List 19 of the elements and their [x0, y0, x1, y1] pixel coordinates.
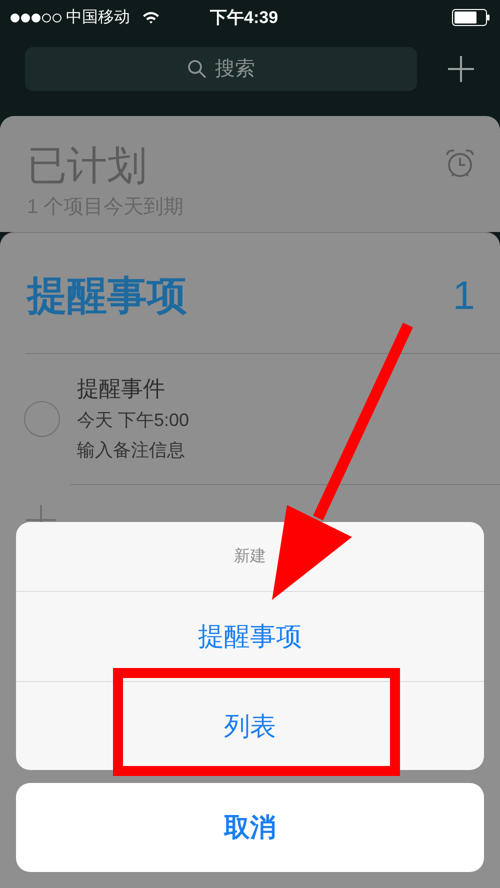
- battery-icon: [452, 9, 490, 26]
- reminder-title: 提醒事件: [77, 375, 166, 403]
- cancel-button[interactable]: 取消: [16, 783, 484, 872]
- search-icon: [187, 59, 207, 79]
- search-field[interactable]: 搜索: [25, 47, 417, 91]
- carrier-name: 中国移动: [66, 8, 130, 28]
- complete-checkbox[interactable]: [24, 401, 60, 437]
- reminder-due: 今天 下午5:00: [77, 409, 190, 432]
- add-button[interactable]: [447, 55, 475, 83]
- reminder-note: 输入备注信息: [77, 439, 186, 462]
- sheet-action[interactable]: 提醒事项: [16, 592, 484, 681]
- item-count: 1: [452, 273, 475, 320]
- signal-icon: [10, 12, 62, 22]
- alarm-clock-icon: [444, 147, 476, 179]
- sheet-action[interactable]: 列表: [16, 681, 484, 770]
- clock-time: 下午4:39: [210, 6, 278, 29]
- list-title: 提醒事项: [27, 273, 187, 320]
- wifi-icon: [142, 11, 160, 24]
- sheet-title: 新建: [234, 546, 266, 566]
